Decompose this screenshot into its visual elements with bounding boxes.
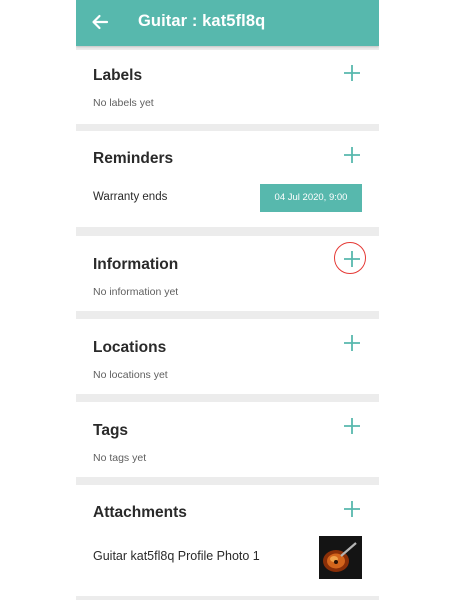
reminders-title: Reminders xyxy=(93,150,174,167)
reminder-label: Warranty ends xyxy=(93,191,168,203)
plus-icon xyxy=(344,501,360,517)
locations-empty-text: No locations yet xyxy=(93,369,168,381)
information-card: Information No information yet xyxy=(76,236,379,311)
tags-empty-text: No tags yet xyxy=(93,452,147,464)
plus-icon xyxy=(344,335,360,351)
page-title: Guitar : kat5fl8q xyxy=(138,12,266,30)
reminders-card: Reminders xyxy=(76,131,379,227)
app-bar: Guitar : kat5fl8q xyxy=(76,0,379,46)
highlight-circle xyxy=(334,242,366,274)
add-location-button[interactable] xyxy=(341,332,363,354)
information-title: Information xyxy=(93,256,179,273)
labels-empty-text: No labels yet xyxy=(93,97,154,109)
plus-icon xyxy=(344,147,360,163)
add-label-button[interactable] xyxy=(341,62,363,84)
plus-icon xyxy=(344,418,360,434)
locations-title: Locations xyxy=(93,339,167,356)
attachments-title: Attachments xyxy=(93,504,187,521)
add-attachment-button[interactable] xyxy=(341,498,363,520)
labels-title: Labels xyxy=(93,67,143,84)
tags-title: Tags xyxy=(93,422,129,439)
locations-card: Locations No locations yet xyxy=(76,319,379,394)
reminder-date-button[interactable]: 04 Jul 2020, 9:00 xyxy=(260,184,362,212)
tags-card: Tags No tags yet xyxy=(76,402,379,477)
add-tag-button[interactable] xyxy=(341,415,363,437)
plus-icon xyxy=(344,65,360,81)
attachment-label: Guitar kat5fl8q Profile Photo 1 xyxy=(93,549,260,563)
labels-card: Labels No labels yet xyxy=(76,50,379,124)
guitar-photo-icon xyxy=(319,536,362,579)
screen: Guitar : kat5fl8q Labels No labels yet R… xyxy=(76,0,379,600)
back-arrow-icon[interactable] xyxy=(89,11,111,33)
attachment-thumbnail[interactable] xyxy=(319,536,362,579)
information-empty-text: No information yet xyxy=(93,286,179,298)
add-reminder-button[interactable] xyxy=(341,144,363,166)
